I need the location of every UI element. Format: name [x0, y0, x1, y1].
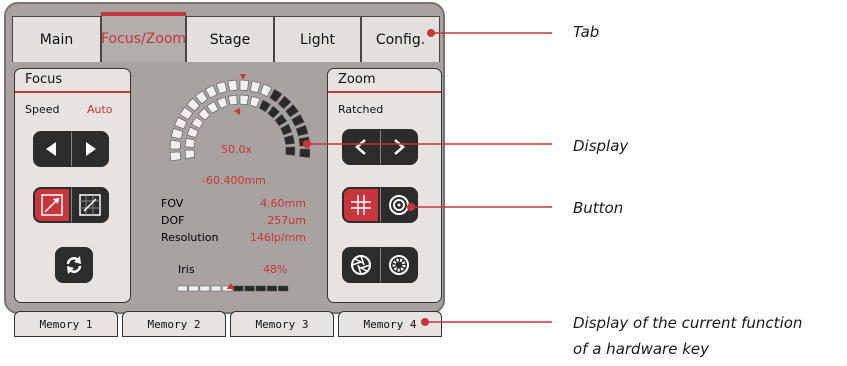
- tab-callout-dot: [427, 29, 435, 37]
- button-callout-text: Button: [573, 199, 624, 217]
- hardware-key-callout-dot: [421, 318, 429, 326]
- display-callout-text: Display: [573, 137, 629, 155]
- callout-lines: [303, 29, 552, 326]
- hardware-key-callout-line2: of a hardware key: [573, 340, 709, 358]
- hardware-key-callout-line1: Display of the current function: [573, 314, 803, 332]
- display-callout-dot: [303, 140, 311, 148]
- button-callout-dot: [407, 203, 415, 211]
- tab-callout-text: Tab: [573, 23, 600, 41]
